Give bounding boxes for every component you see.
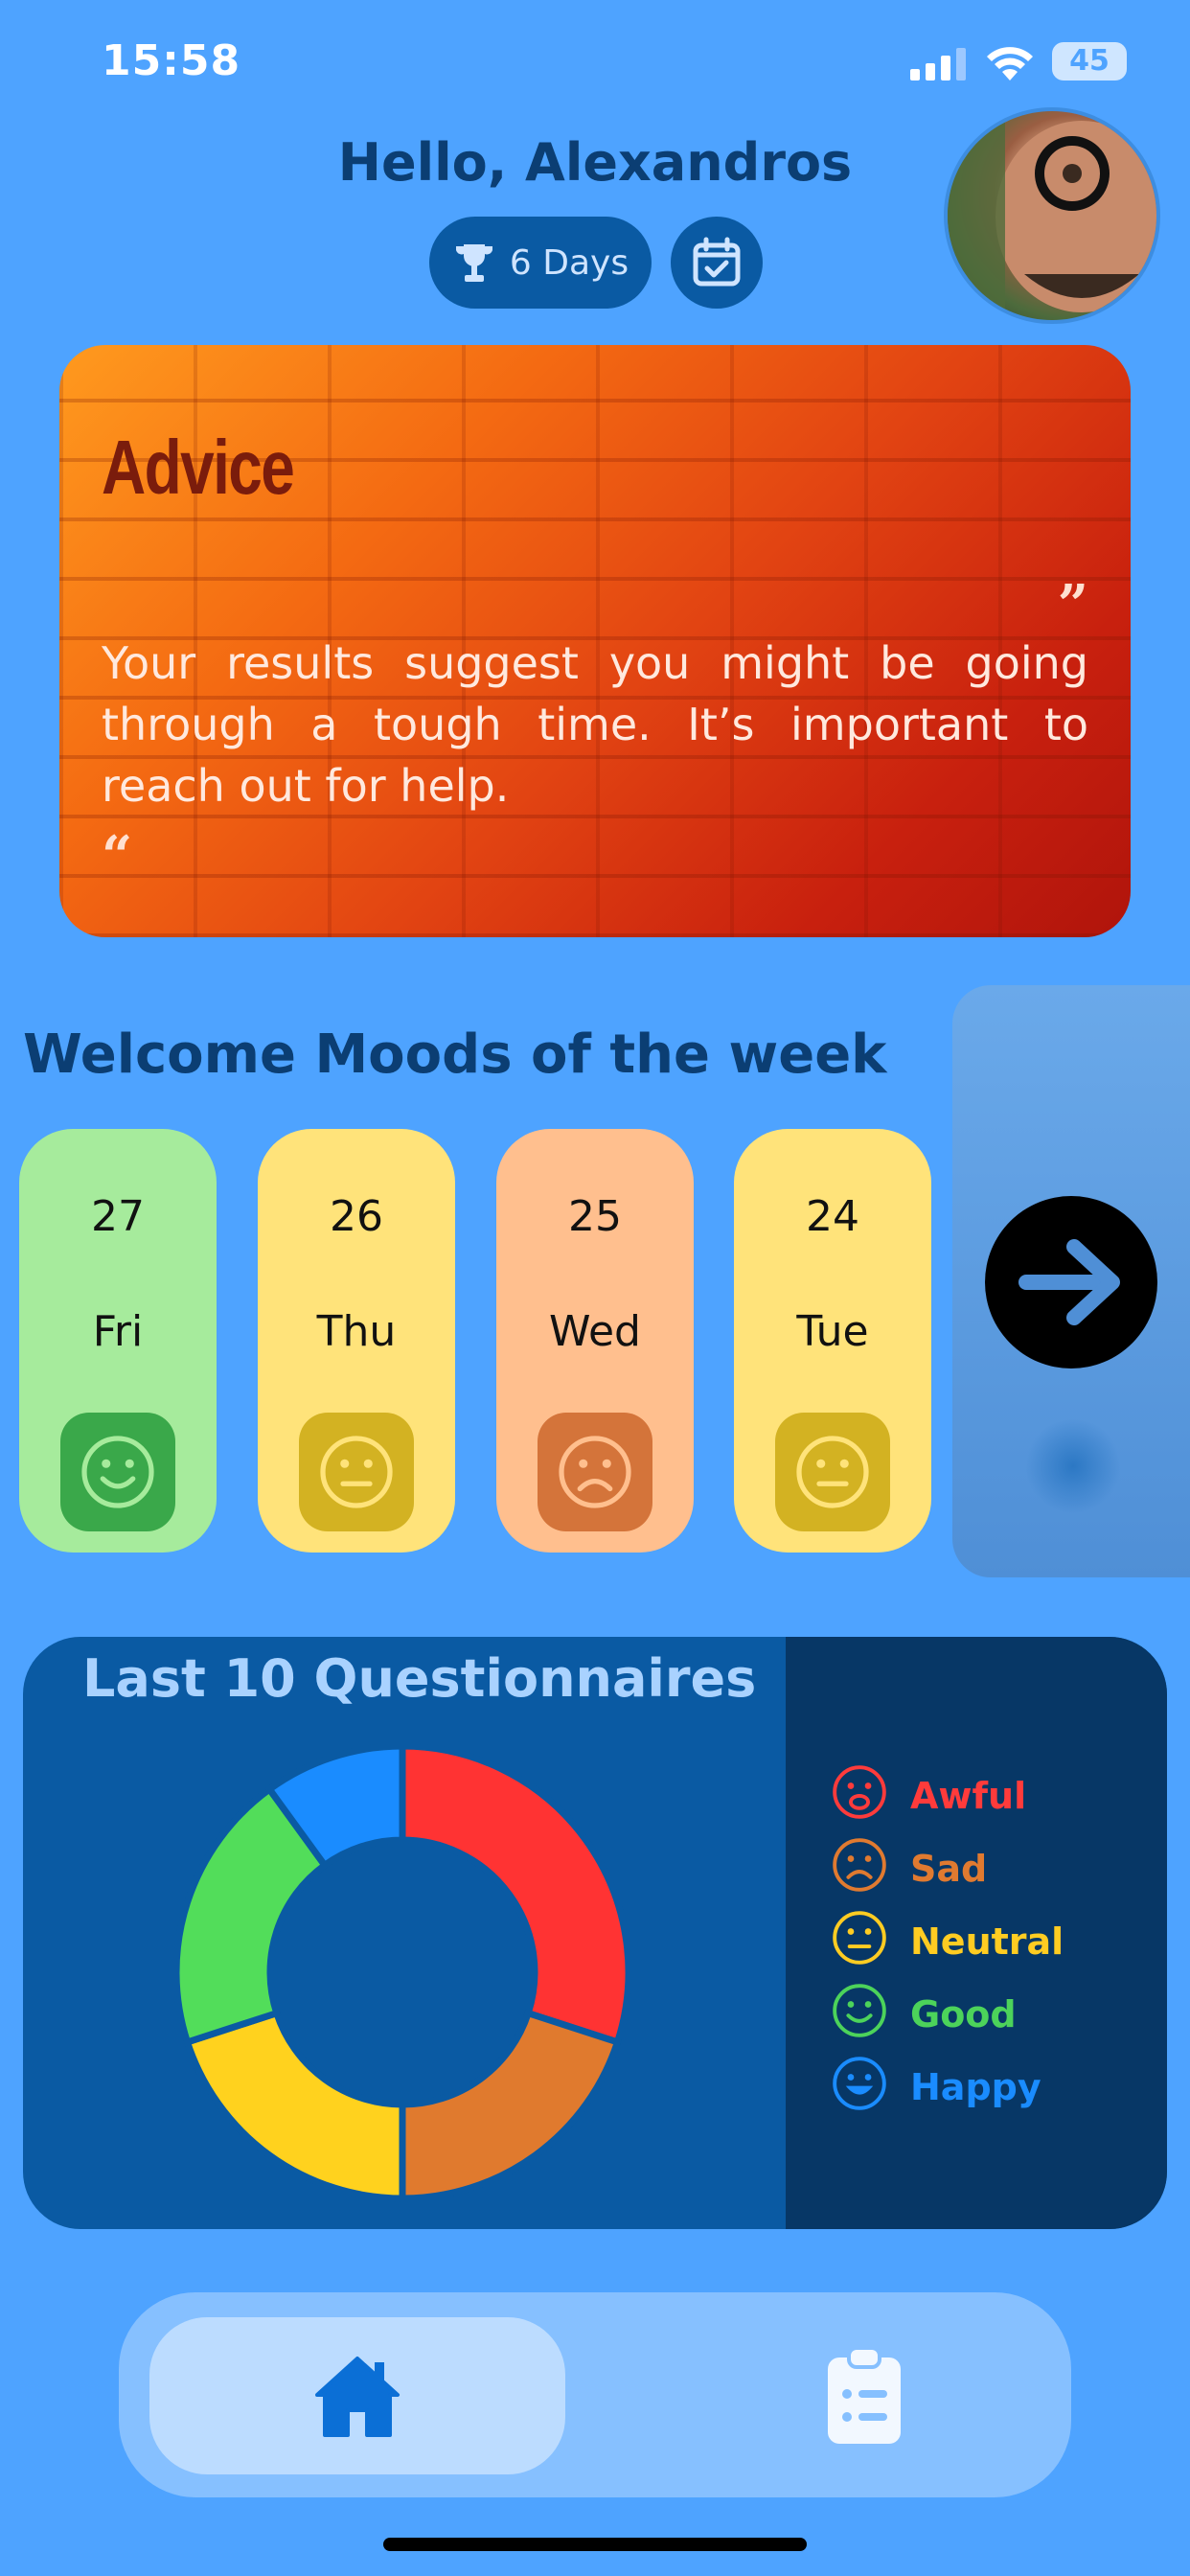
donut-slice-awful — [399, 1742, 632, 2047]
questionnaires-title: Last 10 Questionnaires — [82, 1648, 757, 1709]
sad-face-icon — [830, 1835, 889, 1903]
avatar-photo — [948, 111, 1156, 320]
mood-card-thu[interactable]: 26 Thu — [258, 1129, 455, 1552]
advice-title: Advice — [102, 425, 295, 510]
legend-label: Happy — [910, 2066, 1041, 2108]
mood-date: 27 — [91, 1192, 145, 1241]
streak-label: 6 Days — [509, 242, 629, 283]
donut-slice-sad — [399, 2009, 622, 2202]
close-quote-icon: ” — [1057, 573, 1088, 636]
arrow-right-icon — [1018, 1239, 1120, 1325]
home-icon — [315, 2357, 400, 2437]
legend-item-neutral: Neutral — [830, 1905, 1064, 1978]
sad-face-icon — [538, 1413, 652, 1531]
streak-badge[interactable]: 6 Days — [429, 217, 652, 309]
neutral-face-icon — [775, 1413, 890, 1531]
blurred-decoration — [1025, 1418, 1121, 1514]
next-week-button[interactable] — [985, 1196, 1157, 1368]
mood-weekday: Fri — [92, 1307, 144, 1356]
awful-face-icon — [830, 1762, 889, 1830]
legend-label: Good — [910, 1993, 1017, 2036]
good-face-icon — [60, 1413, 175, 1531]
legend-label: Neutral — [910, 1920, 1064, 1963]
mood-weekday: Tue — [796, 1307, 869, 1356]
neutral-face-icon — [299, 1413, 414, 1531]
mood-card-tue[interactable]: 24 Tue — [734, 1129, 931, 1552]
trophy-icon — [455, 244, 492, 282]
legend-item-happy: Happy — [830, 2051, 1064, 2124]
neutral-face-icon — [830, 1908, 889, 1976]
calendar-button[interactable] — [671, 217, 763, 309]
mood-weekday: Wed — [549, 1307, 641, 1356]
mood-card-fri[interactable]: 27 Fri — [19, 1129, 217, 1552]
avatar[interactable] — [944, 107, 1160, 324]
mood-date: 24 — [806, 1192, 859, 1241]
mood-weekday: Thu — [316, 1307, 397, 1356]
mood-date: 25 — [568, 1192, 622, 1241]
mood-donut-chart — [172, 1742, 632, 2202]
good-face-icon — [830, 1981, 889, 2049]
legend-item-good: Good — [830, 1978, 1064, 2051]
legend-item-sad: Sad — [830, 1832, 1064, 1905]
mood-date: 26 — [330, 1192, 383, 1241]
battery-indicator: 45 — [1052, 42, 1127, 80]
cellular-signal-icon — [910, 48, 966, 80]
advice-text: Your results suggest you might be going … — [102, 637, 1088, 812]
clipboard-list-icon — [828, 2346, 901, 2444]
advice-card[interactable]: Advice ” Your results suggest you might … — [59, 345, 1131, 937]
nav-home-tab[interactable] — [149, 2317, 565, 2474]
nav-questionnaires-tab[interactable] — [778, 2317, 950, 2474]
happy-face-icon — [830, 2054, 889, 2122]
chart-legend: Awful Sad Neutral Good Happy — [830, 1760, 1064, 2124]
donut-slice-neutral — [183, 2009, 406, 2202]
status-time: 15:58 — [102, 36, 241, 85]
legend-label: Awful — [910, 1775, 1027, 1817]
calendar-check-icon — [693, 237, 741, 287]
home-indicator — [383, 2538, 807, 2551]
wifi-icon — [987, 47, 1033, 80]
moods-title: Welcome Moods of the week — [23, 1024, 887, 1086]
mood-card-wed[interactable]: 25 Wed — [496, 1129, 694, 1552]
open-quote-icon: “ — [102, 824, 133, 887]
legend-item-awful: Awful — [830, 1760, 1064, 1832]
legend-label: Sad — [910, 1848, 988, 1890]
